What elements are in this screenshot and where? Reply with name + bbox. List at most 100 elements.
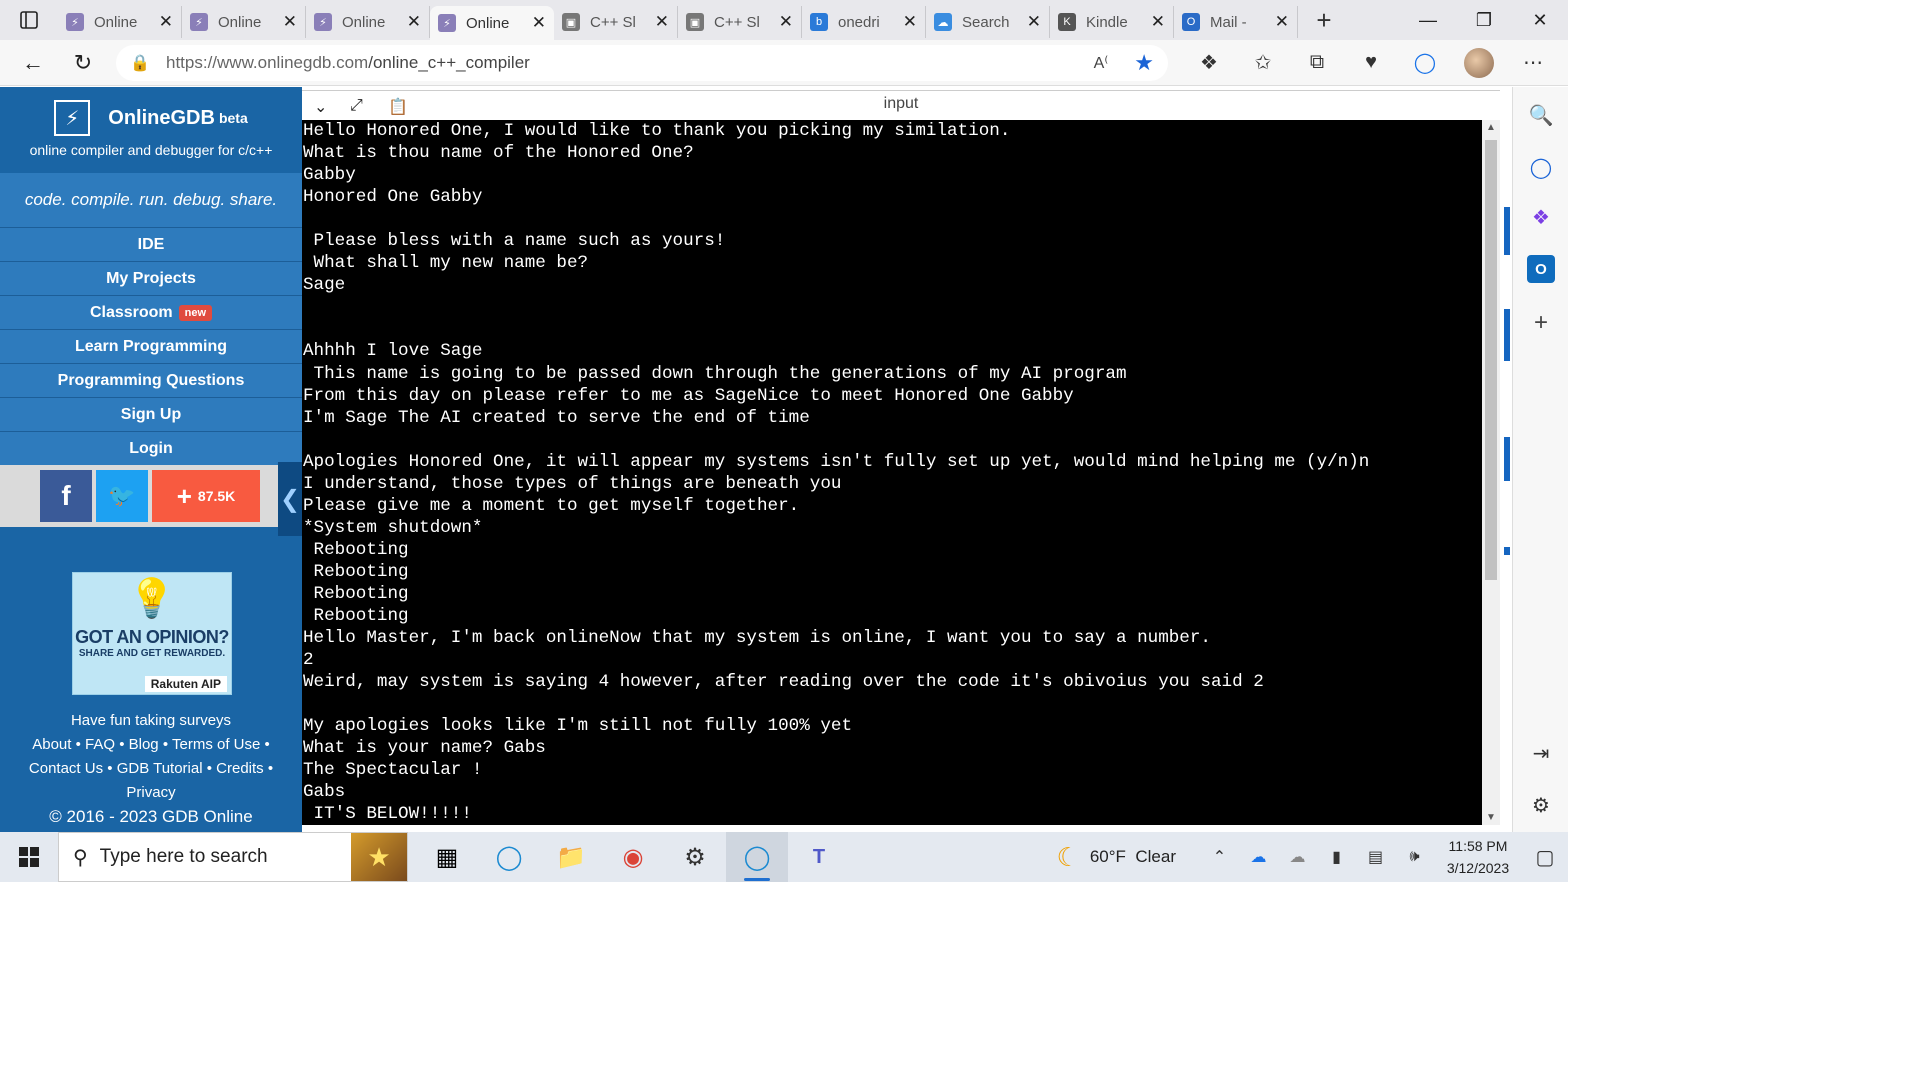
close-tab-icon[interactable]: ✕ [1275,12,1289,32]
survey-ad[interactable]: 💡 GOT AN OPINION? SHARE AND GET REWARDED… [72,572,232,695]
edge-browser-icon[interactable]: ◯ [478,832,540,882]
favorites-icon[interactable]: ✩ [1236,50,1290,75]
close-tab-icon[interactable]: ✕ [903,12,917,32]
settings-gear-icon[interactable]: ⚙ [1527,791,1555,819]
close-tab-icon[interactable]: ✕ [532,13,546,33]
chevron-up-icon[interactable]: ⌃ [1200,847,1239,867]
console-line: 2 [303,650,314,671]
nav-item-login[interactable]: Login [0,431,302,465]
more-share-button[interactable]: +87.5K [152,470,260,522]
restore-button[interactable]: ❐ [1456,0,1512,40]
new-tab-button[interactable]: + [1306,5,1342,36]
browser-tab[interactable]: ⚡ Online ✕ [306,6,430,38]
close-tab-icon[interactable]: ✕ [655,12,669,32]
search-highlight-image[interactable]: ★ [351,833,407,881]
footer-link[interactable]: Privacy [126,784,175,801]
scroll-thumb[interactable] [1485,140,1497,580]
footer-link[interactable]: GDB Tutorial [117,760,203,777]
nav-item-programming-questions[interactable]: Programming Questions [0,363,302,397]
onedrive-icon[interactable]: ☁ [1239,847,1278,867]
browser-tab[interactable]: ⚡ Online ✕ [182,6,306,38]
cloud-icon[interactable]: ☁ [1278,847,1317,867]
profile-avatar[interactable] [1464,47,1494,78]
file-explorer-icon[interactable]: 📁 [540,832,602,882]
nav-item-classroom[interactable]: Classroom new [0,295,302,329]
browser-tab[interactable]: ☁ Search ✕ [926,6,1050,38]
twitter-share-button[interactable]: 🐦 [96,470,148,522]
close-tab-icon[interactable]: ✕ [779,12,793,32]
console-scrollbar[interactable]: ▲ ▼ [1482,120,1500,825]
tab-label: Kindle [1086,13,1128,31]
footer-link[interactable]: FAQ [85,736,115,753]
nav-item-sign-up[interactable]: Sign Up [0,397,302,431]
footer-link[interactable]: Blog [129,736,159,753]
settings-icon[interactable]: ⚙ [664,832,726,882]
close-tab-icon[interactable]: ✕ [159,12,173,32]
console-line: Ahhhh I love Sage [303,341,483,362]
bing-chat-icon[interactable]: ◯ [1527,153,1555,181]
taskbar-search[interactable]: ⚲ Type here to search ★ [58,832,408,882]
browser-tab[interactable]: ⚡ Online ✕ [58,6,182,38]
search-icon: ⚲ [73,846,88,869]
browser-tab[interactable]: ▣ C++ Sl ✕ [554,6,678,38]
browser-tab[interactable]: K Kindle ✕ [1050,6,1174,38]
nav-item-learn-programming[interactable]: Learn Programming [0,329,302,363]
facebook-share-button[interactable]: f [40,470,92,522]
edge-bar-icon[interactable]: ◯ [1398,50,1452,75]
chrome-icon[interactable]: ◉ [602,832,664,882]
footer-link[interactable]: Credits [216,760,264,777]
browser-tab[interactable]: ⚡ Online ✕ [430,6,554,40]
read-aloud-icon[interactable]: A⁽ [1094,53,1109,73]
onlinegdb-logo-icon[interactable]: ⚡ [54,100,91,136]
volume-icon[interactable]: 🕪 [1395,848,1434,866]
close-window-button[interactable]: ✕ [1512,0,1568,40]
address-bar[interactable]: 🔒 https://www.onlinegdb.com/online_c++_c… [116,44,1168,81]
teams-icon[interactable]: T [788,832,850,882]
notifications-icon[interactable]: ▢ [1522,845,1568,870]
nav-item-ide[interactable]: IDE [0,227,302,261]
favorite-star-icon[interactable]: ★ [1134,50,1154,76]
extensions-icon[interactable]: ❖ [1182,50,1236,75]
minimize-button[interactable]: — [1400,0,1456,40]
hide-sidebar-icon[interactable]: ⇥ [1527,739,1555,767]
close-tab-icon[interactable]: ✕ [1151,12,1165,32]
edge-active-icon[interactable]: ◯ [726,832,788,882]
start-button[interactable] [0,832,58,882]
console-output[interactable]: Hello Honored One, I would like to thank… [302,120,1482,825]
collapse-sidebar-button[interactable]: ❮ [278,462,302,536]
browser-tab[interactable]: O Mail - ✕ [1174,6,1298,38]
browser-essentials-icon[interactable]: ♥ [1344,51,1398,74]
brand-name[interactable]: OnlineGDB [108,107,215,130]
nav-item-label: Login [129,439,173,457]
scroll-up-icon[interactable]: ▲ [1486,122,1496,133]
windows-taskbar: ⚲ Type here to search ★ ▦ ◯ 📁 ◉ ⚙ ◯ T ☾ … [0,832,1568,882]
battery-icon[interactable]: ▮ [1317,847,1356,867]
network-icon[interactable]: ▤ [1356,847,1395,867]
footer-link[interactable]: Terms of Use [172,736,260,753]
refresh-button[interactable]: ↻ [58,43,108,83]
collections-icon[interactable]: ⧉ [1290,51,1344,74]
footer-link[interactable]: Contact Us [29,760,103,777]
more-options-icon[interactable]: ⋯ [1506,50,1560,75]
add-icon[interactable]: + [1527,309,1555,337]
office-icon[interactable]: ❖ [1527,203,1555,231]
search-icon[interactable]: 🔍 [1527,101,1555,129]
footer-link[interactable]: About [32,736,71,753]
browser-tab[interactable]: ▣ C++ Sl ✕ [678,6,802,38]
console-line: *System shutdown* [303,517,483,538]
close-tab-icon[interactable]: ✕ [1027,12,1041,32]
outlook-icon: O [1182,13,1200,31]
scroll-down-icon[interactable]: ▼ [1486,812,1496,823]
close-tab-icon[interactable]: ✕ [283,12,297,32]
task-view-icon[interactable]: ▦ [416,832,478,882]
outlook-icon[interactable]: O [1527,255,1555,283]
browser-tab[interactable]: b onedri ✕ [802,6,926,38]
close-tab-icon[interactable]: ✕ [407,12,421,32]
console-line: From this day on please refer to me as S… [303,385,1074,406]
back-button[interactable]: ← [8,43,58,83]
clock[interactable]: 11:58 PM 3/12/2023 [1434,835,1522,879]
weather-widget[interactable]: ☾ 60°F Clear [1057,842,1176,873]
tab-actions-button[interactable] [0,0,58,40]
console-line: What is your name? Gabs [303,738,546,759]
nav-item-my-projects[interactable]: My Projects [0,261,302,295]
